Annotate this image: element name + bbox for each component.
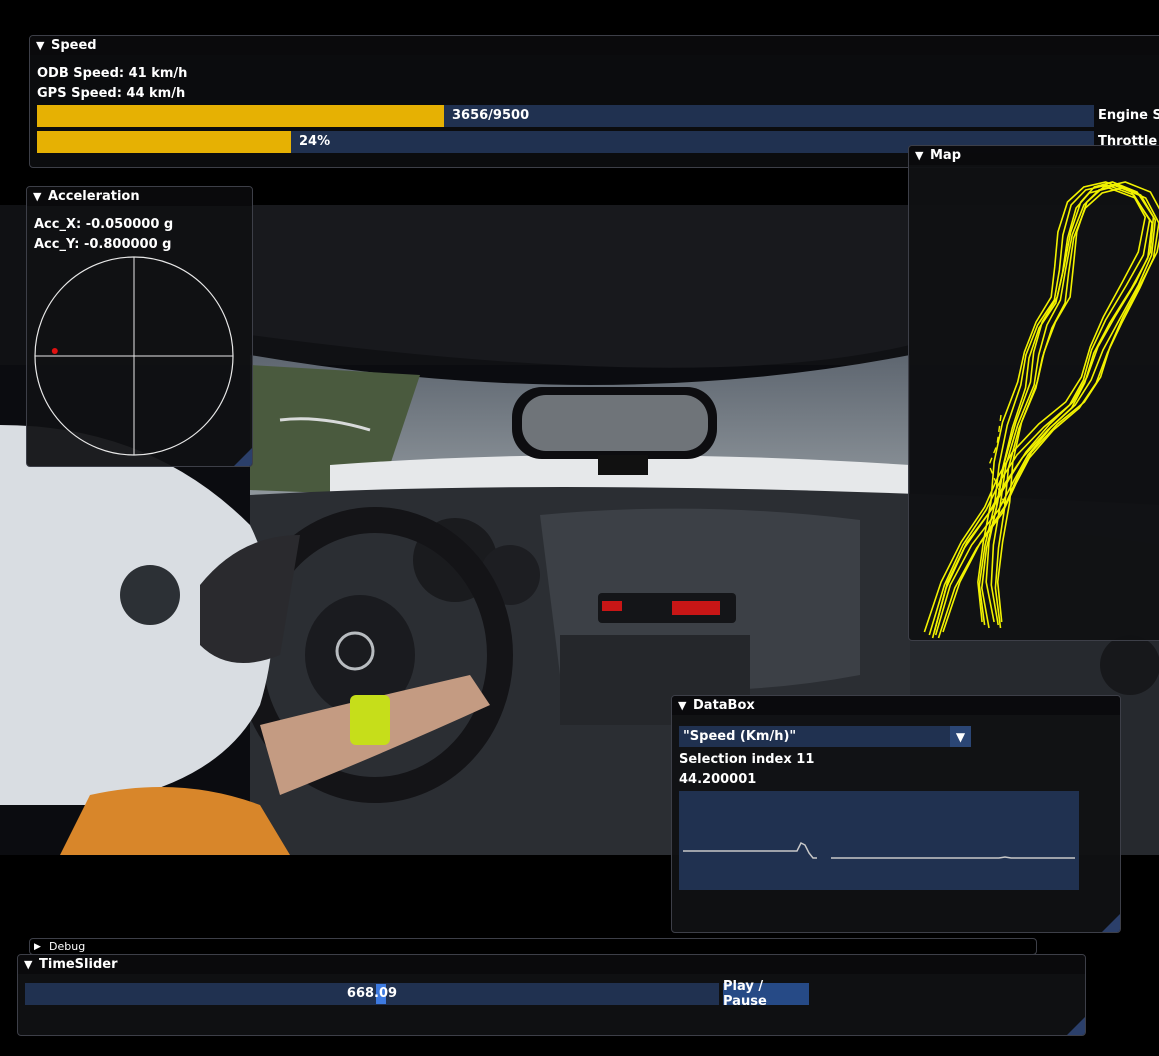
engine-speed-fill <box>37 105 444 127</box>
databox-titlebar[interactable]: ▼ DataBox <box>672 696 1120 715</box>
timeslider-titlebar[interactable]: ▼ TimeSlider <box>18 955 1085 974</box>
track-lap-line <box>934 184 1157 636</box>
collapse-arrow-icon[interactable]: ▼ <box>915 149 930 162</box>
g-force-plot <box>34 256 234 456</box>
engine-speed-bar: 3656/9500 <box>37 105 1094 127</box>
speed-titlebar[interactable]: ▼ Speed <box>30 36 1159 55</box>
engine-speed-label: Engine Sp <box>1098 108 1159 123</box>
play-pause-button[interactable]: Play / Pause <box>723 979 809 1009</box>
collapse-arrow-icon[interactable]: ▼ <box>36 39 51 52</box>
map-titlebar[interactable]: ▼ Map <box>909 146 1159 165</box>
databox-title: DataBox <box>693 698 755 713</box>
map-title: Map <box>930 148 962 163</box>
collapse-arrow-icon[interactable]: ▼ <box>24 958 39 971</box>
track-lap-line <box>937 187 1159 639</box>
debug-window[interactable]: ▶ Debug <box>29 938 1037 955</box>
gps-speed-text: GPS Speed: 44 km/h <box>37 86 186 101</box>
map-window: ▼ Map <box>908 145 1159 641</box>
time-slider[interactable]: 668.09 <box>25 983 719 1005</box>
speed-history-line <box>683 841 1075 859</box>
track-lap-line <box>928 184 1151 636</box>
throttle-value: 24% <box>299 134 331 149</box>
timeslider-window: ▼ TimeSlider 668.09 Play / Pause <box>17 954 1086 1036</box>
databox-window: ▼ DataBox "Speed (Km/h)" ▼ Selection ind… <box>671 695 1121 933</box>
expand-arrow-icon[interactable]: ▶ <box>34 942 49 952</box>
chevron-down-icon[interactable]: ▼ <box>950 726 971 747</box>
resize-grip[interactable] <box>1102 914 1120 932</box>
channel-select-value: "Speed (Km/h)" <box>683 729 797 744</box>
track-lap-line <box>942 181 1159 633</box>
engine-speed-value: 3656/9500 <box>452 108 530 123</box>
selection-index-text: Selection index 11 <box>679 752 815 767</box>
throttle-fill <box>37 131 291 153</box>
speed-history-plot[interactable] <box>679 791 1079 890</box>
resize-grip[interactable] <box>1067 1017 1085 1035</box>
channel-select[interactable]: "Speed (Km/h)" ▼ <box>679 726 971 747</box>
speed-title: Speed <box>51 38 97 53</box>
resize-grip[interactable] <box>234 448 252 466</box>
collapse-arrow-icon[interactable]: ▼ <box>678 699 693 712</box>
acceleration-window: ▼ Acceleration Acc_X: -0.050000 g Acc_Y:… <box>26 186 253 467</box>
time-slider-value: 668.09 <box>346 986 398 1001</box>
timeslider-title: TimeSlider <box>39 957 118 972</box>
selection-value-text: 44.200001 <box>679 772 757 787</box>
odb-speed-text: ODB Speed: 41 km/h <box>37 66 188 81</box>
debug-title: Debug <box>49 940 86 953</box>
g-force-dot <box>51 348 58 355</box>
track-map[interactable] <box>909 165 1159 641</box>
